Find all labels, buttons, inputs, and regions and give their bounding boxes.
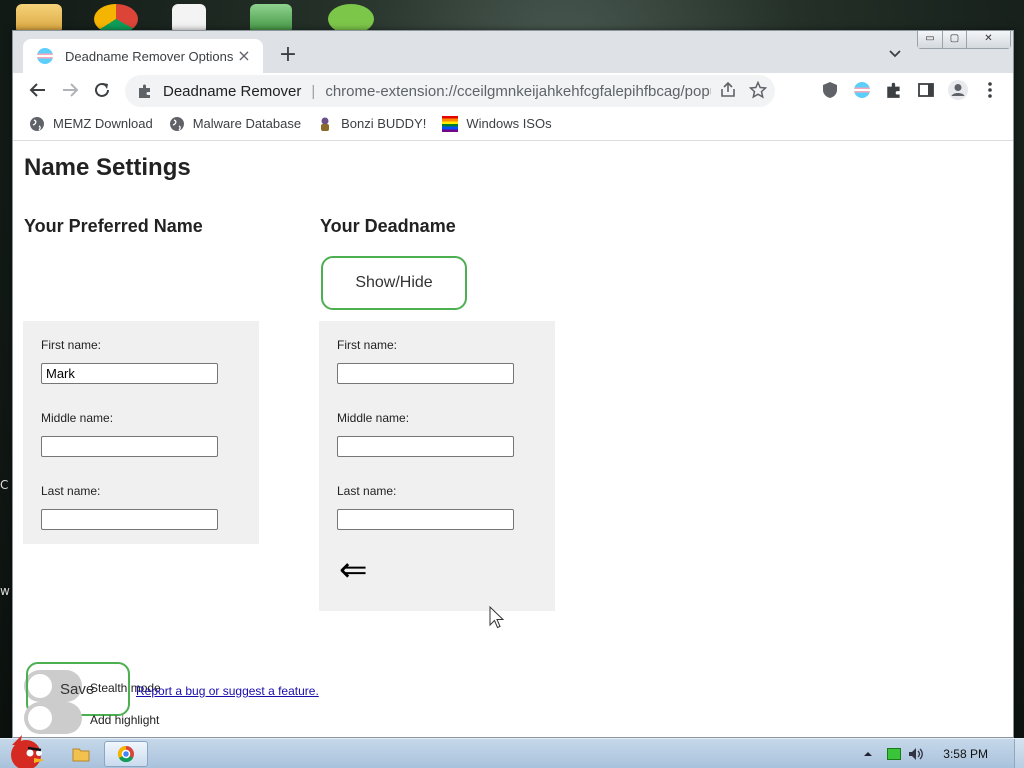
add-highlight-toggle[interactable] — [24, 702, 82, 734]
chrome-taskbar-button[interactable] — [104, 741, 148, 767]
globe-icon — [169, 116, 184, 131]
mouse-cursor-icon — [489, 606, 505, 629]
url-text: chrome-extension://cceilgmnkeijahkehfcgf… — [325, 82, 739, 100]
trans-flag-favicon-icon — [37, 48, 53, 64]
browser-toolbar: Deadname Remover | chrome-extension://cc… — [13, 73, 1013, 107]
show-desktop-button[interactable] — [1014, 739, 1024, 768]
minimize-button[interactable]: ▭ — [918, 31, 942, 48]
new-tab-button[interactable]: + — [276, 44, 300, 68]
deadname-last-name-input[interactable] — [337, 509, 514, 530]
taskbar: 3:58 PM — [0, 735, 1024, 768]
address-bar[interactable]: Deadname Remover | chrome-extension://cc… — [125, 75, 775, 107]
maximize-button[interactable]: ▢ — [942, 31, 966, 48]
ublock-extension-icon[interactable] — [819, 79, 841, 101]
bookmark-windows-isos[interactable]: Windows ISOs — [442, 115, 552, 132]
back-arrow-icon[interactable] — [27, 79, 49, 101]
trans-flag-extension-icon[interactable] — [851, 79, 873, 101]
bookmark-label: Bonzi BUDDY! — [341, 116, 427, 131]
forward-arrow-icon[interactable] — [59, 79, 81, 101]
window-controls: ▭ ▢ ✕ — [917, 31, 1011, 49]
bookmark-label: Malware Database — [192, 116, 302, 131]
globe-icon — [30, 116, 44, 131]
tab-strip: Deadname Remover Options × + ▭ ▢ ✕ — [13, 31, 1013, 73]
chrome-icon — [117, 745, 134, 763]
deadname-middle-name-label: Middle name: — [337, 411, 410, 425]
tab-deadname-options[interactable]: Deadname Remover Options × — [23, 39, 263, 73]
network-icon[interactable] — [887, 748, 902, 760]
preferred-name-panel: First name: Middle name: Last name: — [23, 321, 259, 544]
extensions-puzzle-icon[interactable] — [883, 79, 905, 101]
report-bug-link[interactable]: Report a bug or suggest a feature. — [136, 684, 319, 698]
preferred-last-name-input[interactable] — [41, 509, 218, 530]
preferred-first-name-label: First name: — [41, 338, 102, 352]
close-window-button[interactable]: ✕ — [966, 31, 1010, 48]
deadname-first-name-input[interactable] — [337, 363, 514, 384]
double-left-arrow-icon[interactable]: ⇐ — [339, 553, 368, 587]
tray-expand-icon[interactable] — [863, 749, 873, 759]
preferred-middle-name-input[interactable] — [41, 436, 218, 457]
deadname-heading: Your Deadname — [320, 216, 456, 236]
browser-window: Deadname Remover Options × + ▭ ▢ ✕ Deadn… — [12, 30, 1014, 738]
angry-bird-start-icon[interactable] — [4, 731, 48, 768]
preferred-last-name-label: Last name: — [41, 484, 101, 498]
preferred-first-name-input[interactable] — [41, 363, 218, 384]
taskbar-clock: 3:58 PM — [943, 747, 988, 761]
extension-name: Deadname Remover — [163, 82, 302, 100]
side-panel-icon[interactable] — [915, 79, 937, 101]
volume-icon[interactable] — [907, 746, 925, 762]
deadname-panel: First name: Middle name: Last name: ⇐ — [319, 321, 555, 611]
page-title: Name Settings — [24, 154, 191, 181]
omnibox-separator: | — [311, 82, 316, 100]
bonzi-icon — [321, 117, 330, 131]
options-page: Name Settings Your Preferred Name Your D… — [13, 142, 1013, 737]
folder-icon — [72, 748, 90, 762]
tab-search-chevron-icon[interactable] — [887, 45, 903, 61]
bookmark-bonzi-buddy[interactable]: Bonzi BUDDY! — [317, 116, 426, 132]
show-hide-button[interactable]: Show/Hide — [321, 256, 467, 310]
tab-title: Deadname Remover Options — [65, 48, 234, 64]
bookmark-malware-database[interactable]: Malware Database — [169, 116, 301, 132]
profile-avatar-icon[interactable] — [947, 79, 969, 101]
rainbow-flag-icon — [442, 115, 459, 132]
toggle-knob — [28, 706, 52, 730]
puzzle-extension-icon — [139, 84, 150, 98]
more-menu-icon[interactable] — [979, 79, 1001, 101]
add-highlight-label: Add highlight — [90, 713, 160, 727]
bookmark-memz-download[interactable]: MEMZ Download — [29, 116, 153, 132]
deadname-last-name-label: Last name: — [337, 484, 397, 498]
desktop-side-text-c: C — [0, 478, 9, 492]
deadname-middle-name-input[interactable] — [337, 436, 514, 457]
system-tray: 3:58 PM — [863, 739, 1024, 768]
preferred-middle-name-label: Middle name: — [41, 411, 114, 425]
deadname-first-name-label: First name: — [337, 338, 398, 352]
desktop-side-text-w: w — [0, 584, 10, 598]
tab-close-icon[interactable]: × — [235, 47, 253, 65]
bookmark-label: MEMZ Download — [53, 116, 153, 131]
preferred-name-heading: Your Preferred Name — [24, 216, 203, 236]
bookmarks-bar: MEMZ Download Malware Database Bonzi BUD… — [13, 107, 1013, 141]
bookmark-star-icon[interactable] — [749, 81, 767, 99]
file-explorer-taskbar-button[interactable] — [66, 741, 96, 767]
bookmark-label: Windows ISOs — [466, 116, 552, 131]
omnibox-actions — [711, 81, 767, 99]
reload-icon[interactable] — [91, 79, 113, 101]
share-icon[interactable] — [719, 81, 737, 99]
